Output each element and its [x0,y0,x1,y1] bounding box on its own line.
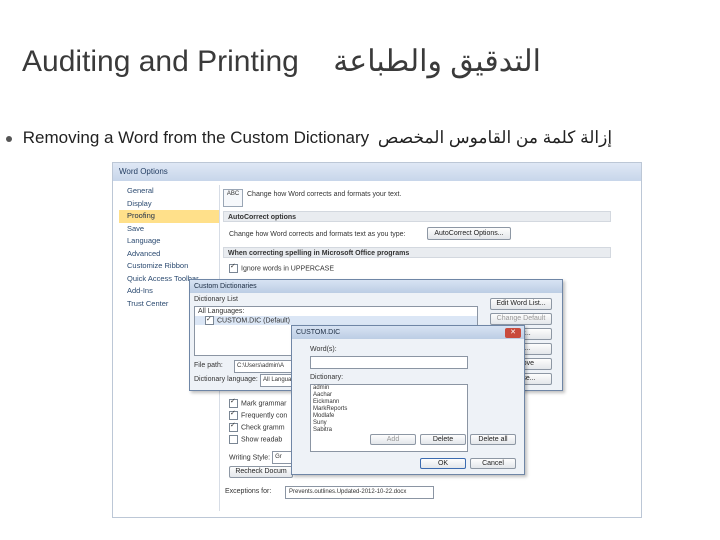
proofing-intro: Change how Word corrects and formats you… [247,191,402,198]
checkbox-icon[interactable] [229,435,238,444]
delete-word-button[interactable]: Delete [420,434,466,445]
bullet-text-arabic: إزالة كلمة من القاموس المخصص [377,128,613,147]
dictionary-item[interactable]: CUSTOM.DIC (Default) [195,316,477,326]
abc-icon: ABC [223,189,243,207]
autocorrect-description: Change how Word corrects and formats tex… [229,231,406,238]
bullet-text-english: Removing a Word from the Custom Dictiona… [22,128,370,147]
dictionary-label: Dictionary: [310,374,344,381]
ok-button[interactable]: OK [420,458,466,469]
slide-title-arabic: التدقيق والطباعة [333,45,541,78]
option-label: Mark grammar [241,400,287,408]
autocorrect-header: AutoCorrect options [223,211,611,222]
writing-style-label: Writing Style: [229,454,271,462]
bullet-dot-icon [6,135,12,142]
option-label: Show readab [241,436,283,444]
slide-title: Auditing and Printing التدقيق والطباعة [22,44,541,79]
custom-dic-dialog: CUSTOM.DIC ✕ Word(s): Dictionary: admin … [291,325,525,475]
list-item[interactable]: Suny [311,420,467,427]
nav-item-advanced[interactable]: Advanced [119,248,219,261]
spelling-header: When correcting spelling in Microsoft Of… [223,247,611,258]
top-band [0,0,720,36]
word-options-screenshot: Word Options General Display Proofing Sa… [112,162,642,518]
dictionary-checkbox[interactable] [205,316,214,325]
checkbox-icon[interactable] [229,399,238,408]
all-languages-label: All Languages: [198,308,245,315]
abc-label: ABC [226,191,240,197]
list-item[interactable]: Aachar [311,392,467,399]
recheck-document-button[interactable]: Recheck Docum [229,466,293,478]
nav-item-save[interactable]: Save [119,223,219,236]
autocorrect-options-button[interactable]: AutoCorrect Options... [427,227,511,240]
dictionary-language-label: Dictionary language: [194,376,258,383]
option-label: Frequently con [241,412,288,420]
grammar-option-4[interactable]: Show readab [229,435,282,444]
writing-style-row: Writing Style: Gr [229,451,299,464]
grammar-option-3[interactable]: Check gramm [229,423,285,432]
slide-title-english: Auditing and Printing [22,45,299,78]
cancel-button[interactable]: Cancel [470,458,516,469]
checkbox-icon[interactable] [229,423,238,432]
edit-word-list-button[interactable]: Edit Word List... [490,298,552,310]
ignore-uppercase-checkbox[interactable] [229,264,238,273]
nav-item-customize-ribbon[interactable]: Customize Ribbon [119,260,219,273]
nav-item-general[interactable]: General [119,185,219,198]
exceptions-label: Exceptions for: [225,488,272,495]
nav-item-display[interactable]: Display [119,198,219,211]
custom-dic-title: CUSTOM.DIC [292,326,524,339]
custom-dictionaries-title: Custom Dictionaries [190,280,562,293]
close-icon[interactable]: ✕ [505,328,521,338]
delete-all-button[interactable]: Delete all [470,434,516,445]
word-label: Word(s): [310,346,337,353]
option-label: Check gramm [241,424,285,432]
grammar-option-2[interactable]: Frequently con [229,411,287,420]
dictionary-list-label: Dictionary List [194,296,238,303]
grammar-option-1[interactable]: Mark grammar [229,399,287,408]
list-item[interactable]: admin [311,385,467,392]
ignore-uppercase-option[interactable]: Ignore words in UPPERCASE [229,264,334,273]
exceptions-select[interactable]: Prevents.outlines.Updated-2012-10-22.doc… [285,486,434,499]
list-item[interactable]: Eickmann [311,399,467,406]
list-item[interactable]: MarkReports [311,406,467,413]
dictionary-item-label: CUSTOM.DIC (Default) [217,317,290,325]
list-item[interactable]: Modlafe [311,413,467,420]
nav-item-proofing[interactable]: Proofing [119,210,219,223]
nav-item-language[interactable]: Language [119,235,219,248]
add-word-button[interactable]: Add [370,434,416,445]
list-item[interactable]: Sabitra [311,427,467,434]
change-default-button[interactable]: Change Default [490,313,552,325]
file-path-label: File path: [194,362,223,369]
word-input[interactable] [310,356,468,369]
checkbox-icon[interactable] [229,411,238,420]
ignore-uppercase-label: Ignore words in UPPERCASE [241,265,334,273]
word-options-title-bar: Word Options [113,163,641,181]
bullet-item: Removing a Word from the Custom Dictiona… [6,128,612,148]
